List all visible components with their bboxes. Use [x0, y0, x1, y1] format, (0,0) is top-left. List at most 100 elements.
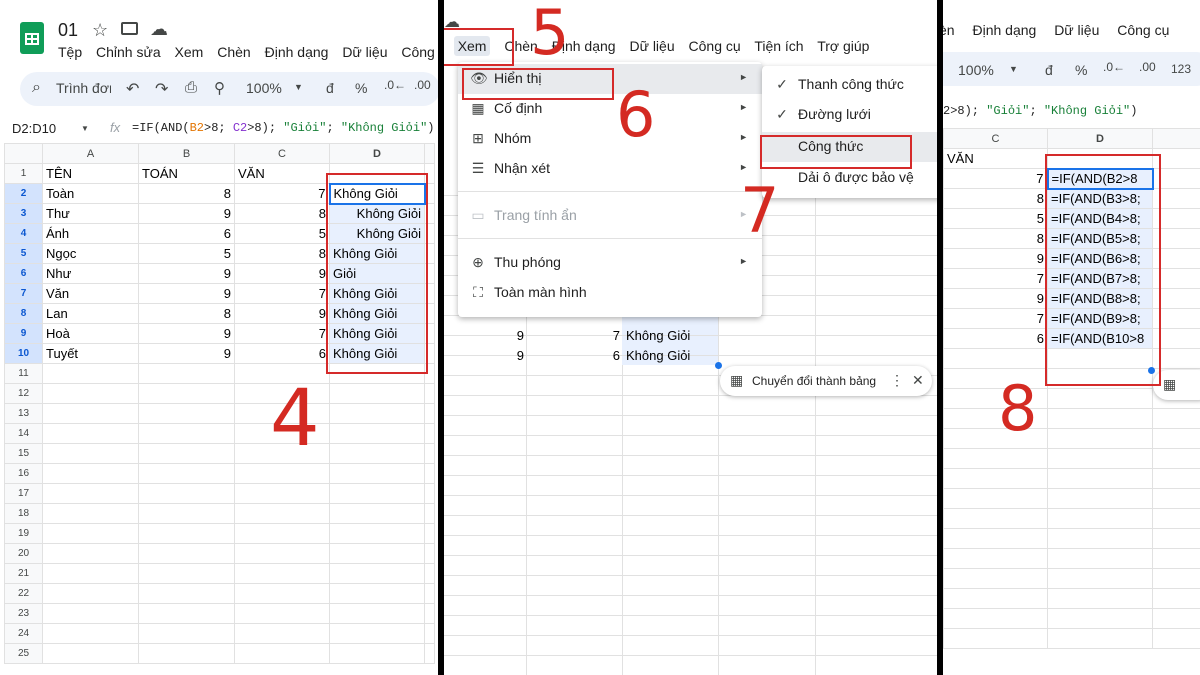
empty-cell[interactable] [424, 483, 435, 504]
menu-tools[interactable]: Công cụ [1117, 22, 1169, 38]
row-header[interactable]: 3 [4, 203, 43, 224]
empty-cell[interactable] [1047, 488, 1153, 509]
column-header-a[interactable]: A [42, 143, 139, 164]
currency-icon[interactable]: đ [326, 80, 334, 96]
cell-math[interactable]: 9 [504, 348, 524, 363]
empty-cell[interactable] [42, 583, 139, 604]
row-header[interactable]: 16 [4, 463, 43, 484]
empty-cell[interactable] [424, 563, 435, 584]
empty-cell[interactable] [424, 543, 435, 564]
empty-cell[interactable] [1047, 408, 1153, 429]
cell-math[interactable]: 9 [138, 343, 235, 364]
empty-cell[interactable] [424, 623, 435, 644]
star-icon[interactable]: ☆ [92, 20, 108, 41]
empty-cell[interactable] [1152, 628, 1200, 649]
decrease-decimal-icon[interactable]: .0← [1103, 60, 1125, 74]
empty-cell[interactable] [424, 603, 435, 624]
empty-cell[interactable] [1047, 468, 1153, 489]
select-all-corner[interactable] [4, 143, 43, 164]
row-header[interactable]: 19 [4, 523, 43, 544]
empty-cell[interactable] [42, 363, 139, 384]
empty-cell[interactable] [329, 463, 425, 484]
empty-cell[interactable] [138, 623, 235, 644]
row-header[interactable]: 21 [4, 563, 43, 584]
empty-cell[interactable] [42, 463, 139, 484]
cell-literature[interactable]: 5 [943, 208, 1048, 229]
empty-cell[interactable] [329, 383, 425, 404]
empty-cell[interactable] [1047, 528, 1153, 549]
empty-cell[interactable] [234, 483, 330, 504]
zoom-dropdown-icon[interactable]: ▼ [1009, 64, 1018, 74]
menu-insert-partial[interactable]: èn [943, 22, 955, 38]
empty-cell[interactable] [138, 543, 235, 564]
empty-cell[interactable] [1047, 388, 1153, 409]
empty-cell[interactable] [943, 628, 1048, 649]
empty-cell[interactable] [424, 523, 435, 544]
empty-cell[interactable] [234, 503, 330, 524]
empty-cell[interactable] [1152, 608, 1200, 629]
menu-data[interactable]: Dữ liệu [342, 44, 387, 60]
submenu-item-gridlines[interactable]: ✓ Đường lưới [762, 100, 937, 130]
row-header[interactable]: 10 [4, 343, 43, 364]
empty-cell[interactable] [943, 448, 1048, 469]
menu-item-zoom[interactable]: ⊕ Thu phóng ► [458, 248, 762, 278]
empty-cell[interactable] [42, 483, 139, 504]
cell-math[interactable]: 8 [138, 183, 235, 204]
empty-cell[interactable] [1152, 488, 1200, 509]
zoom-select[interactable]: 100% [246, 80, 282, 96]
empty-cell[interactable] [943, 608, 1048, 629]
column-header-e[interactable] [1152, 128, 1200, 149]
empty-cell[interactable] [234, 583, 330, 604]
row-header[interactable]: 23 [4, 603, 43, 624]
empty-cell[interactable] [943, 488, 1048, 509]
document-title[interactable]: 01 [58, 20, 78, 41]
empty-cell[interactable] [329, 583, 425, 604]
search-menus-input[interactable]: Trình đơn [56, 80, 111, 96]
menu-tools[interactable]: Công cụ [401, 44, 438, 60]
empty-cell[interactable] [138, 483, 235, 504]
currency-icon[interactable]: đ [1045, 62, 1053, 78]
row-header[interactable]: 22 [4, 583, 43, 604]
cell-literature[interactable]: 8 [943, 188, 1048, 209]
cell-a1[interactable]: TÊN [42, 163, 139, 184]
percent-icon[interactable]: % [355, 80, 367, 96]
print-icon[interactable]: ⎙ [185, 79, 197, 96]
empty-cell[interactable] [234, 643, 330, 664]
cell-c1[interactable]: VĂN [234, 163, 330, 184]
row-header[interactable]: 2 [4, 183, 43, 204]
row-header[interactable]: 4 [4, 223, 43, 244]
row-header[interactable]: 18 [4, 503, 43, 524]
menu-format[interactable]: Định dạng [265, 44, 329, 60]
empty-cell[interactable] [42, 443, 139, 464]
menu-tools[interactable]: Công cụ [689, 38, 741, 54]
menu-data[interactable]: Dữ liệu [1054, 22, 1099, 38]
paint-format-icon[interactable]: ⚲ [214, 79, 225, 97]
empty-cell[interactable] [424, 403, 435, 424]
cell-name[interactable]: Thư [42, 203, 139, 224]
column-header-b[interactable]: B [138, 143, 235, 164]
cell-math[interactable]: 9 [138, 323, 235, 344]
empty-cell[interactable] [42, 423, 139, 444]
row-header[interactable]: 17 [4, 483, 43, 504]
undo-icon[interactable]: ↶ [126, 79, 139, 99]
row-header[interactable]: 14 [4, 423, 43, 444]
more-options-icon[interactable]: ⋮ [890, 372, 904, 389]
row-header[interactable]: 12 [4, 383, 43, 404]
cell-literature[interactable]: 8 [234, 243, 330, 264]
cell-name[interactable]: Như [42, 263, 139, 284]
empty-cell[interactable] [329, 503, 425, 524]
row-header[interactable]: 7 [4, 283, 43, 304]
row-header[interactable]: 25 [4, 643, 43, 664]
empty-cell[interactable] [1152, 568, 1200, 589]
menu-edit[interactable]: Chỉnh sửa [96, 44, 161, 60]
row-header[interactable]: 11 [4, 363, 43, 384]
percent-icon[interactable]: % [1075, 62, 1087, 78]
empty-cell[interactable] [1047, 448, 1153, 469]
empty-cell[interactable] [1152, 408, 1200, 429]
empty-cell[interactable] [424, 503, 435, 524]
empty-cell[interactable] [943, 588, 1048, 609]
row-header[interactable]: 5 [4, 243, 43, 264]
formula-bar[interactable]: =IF(AND(B2>8; C2>8); "Giỏi"; "Không Giỏi… [132, 121, 435, 135]
empty-cell[interactable] [138, 423, 235, 444]
row-header[interactable]: 8 [4, 303, 43, 324]
